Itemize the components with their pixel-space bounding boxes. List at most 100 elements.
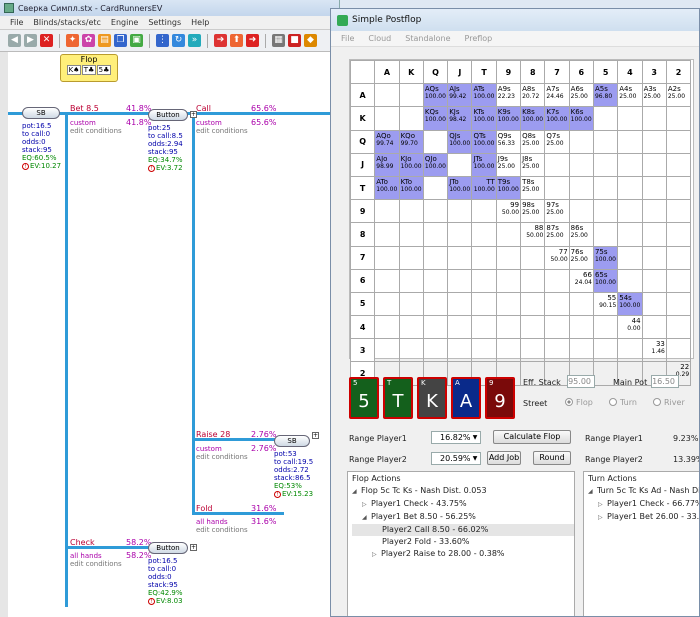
hand-cell[interactable] <box>471 222 497 247</box>
hand-cell[interactable] <box>398 268 424 293</box>
hand-cell[interactable] <box>471 245 497 270</box>
hand-cell[interactable] <box>592 222 619 247</box>
range-p1-select[interactable]: 16.82% ▼ <box>431 431 481 444</box>
hand-cell[interactable] <box>641 222 667 247</box>
hand-cell[interactable]: J8s 25.00 <box>520 152 546 177</box>
hand-cell[interactable]: KTo 100.00 <box>398 175 424 201</box>
eff-stack-input[interactable]: 95.00 <box>567 375 595 388</box>
hand-cell[interactable]: A9s 22.23 <box>495 83 522 108</box>
paste-icon[interactable]: ▣ <box>130 34 143 47</box>
hand-cell[interactable] <box>568 129 594 154</box>
expand-icon[interactable]: + <box>312 432 319 439</box>
hand-cell[interactable] <box>447 338 473 363</box>
board-card[interactable]: 99 <box>485 377 515 419</box>
hand-cell[interactable]: 65s 100.00 <box>592 268 619 293</box>
flop-node[interactable]: Flop K♠ T♣ 5♣ <box>60 54 118 82</box>
tree-icon[interactable]: ✿ <box>82 34 95 47</box>
hand-cell[interactable] <box>447 245 473 270</box>
check-conditions[interactable]: all hands edit conditions <box>70 552 122 568</box>
hand-cell[interactable]: ATo 100.00 <box>374 175 400 201</box>
hand-cell[interactable]: 98s 25.00 <box>520 199 546 224</box>
hand-cell[interactable] <box>422 315 449 340</box>
hand-cell[interactable] <box>374 106 400 131</box>
hand-cell[interactable] <box>665 152 692 177</box>
node-icon[interactable]: ⋮ <box>156 34 169 47</box>
hand-cell[interactable] <box>617 106 643 131</box>
menu-blinds[interactable]: Blinds/stacks/etc <box>33 18 101 27</box>
hand-cell[interactable] <box>592 315 619 340</box>
hand-cell[interactable] <box>665 129 692 154</box>
hand-cell[interactable] <box>520 268 546 293</box>
hand-cell[interactable] <box>398 83 424 108</box>
raise-conditions[interactable]: custom edit conditions <box>196 445 248 461</box>
hand-cell[interactable] <box>544 338 570 363</box>
tree-item[interactable]: ▷ Player1 Check - 43.75% <box>352 498 574 511</box>
hand-cell[interactable] <box>471 291 497 317</box>
bet-conditions[interactable]: custom edit conditions <box>70 119 122 135</box>
copy-icon[interactable]: ❐ <box>114 34 127 47</box>
back-icon[interactable]: ◀ <box>8 34 21 47</box>
tree-item[interactable]: ▷ Player2 Raise to 28.00 - 0.38% <box>352 548 574 561</box>
hand-cell[interactable] <box>568 175 594 201</box>
delete-icon[interactable]: ✕ <box>40 34 53 47</box>
hand-cell[interactable] <box>520 315 546 340</box>
hand-cell[interactable]: 66 24.04 <box>568 268 594 293</box>
hand-cell[interactable] <box>471 315 497 340</box>
tree-item[interactable]: Player2 Fold - 33.60% <box>352 536 574 548</box>
hand-cell[interactable] <box>374 315 400 340</box>
hand-cell[interactable] <box>374 338 400 363</box>
fold-action-label[interactable]: Fold <box>196 504 213 513</box>
sb-node[interactable]: SB <box>274 435 310 447</box>
hand-cell[interactable] <box>544 268 570 293</box>
hand-cell[interactable]: K8s 100.00 <box>520 106 546 131</box>
hand-cell[interactable] <box>374 268 400 293</box>
call-action-label[interactable]: Call <box>196 104 211 113</box>
hand-cell[interactable]: 86s 25.00 <box>568 222 594 247</box>
hand-cell[interactable] <box>665 245 692 270</box>
menu-cloud[interactable]: Cloud <box>368 34 391 43</box>
hand-cell[interactable] <box>641 199 667 224</box>
hand-cell[interactable] <box>665 338 692 363</box>
hand-cell[interactable] <box>471 199 497 224</box>
expand-icon[interactable]: + <box>190 544 197 551</box>
hand-cell[interactable]: K7s 100.00 <box>544 106 570 131</box>
hand-cell[interactable]: JTo 100.00 <box>447 175 473 201</box>
hand-cell[interactable] <box>568 199 594 224</box>
hand-cell[interactable] <box>544 152 570 177</box>
hand-cell[interactable] <box>374 245 400 270</box>
hand-cell[interactable] <box>422 268 449 293</box>
hand-cell[interactable] <box>641 291 667 317</box>
hand-cell[interactable]: T9s 100.00 <box>495 175 522 201</box>
tree-item-selected[interactable]: Player2 Call 8.50 - 66.02% <box>352 524 574 536</box>
hand-cell[interactable]: 76s 25.00 <box>568 245 594 270</box>
hand-cell[interactable] <box>520 338 546 363</box>
hand-cell[interactable] <box>422 222 449 247</box>
hand-cell[interactable] <box>568 152 594 177</box>
sb-root-node[interactable]: SB <box>22 107 60 119</box>
hand-cell[interactable]: 88 50.00 <box>520 222 546 247</box>
hand-cell[interactable] <box>422 129 449 154</box>
hand-cell[interactable] <box>544 291 570 317</box>
board-card[interactable]: KK <box>417 377 447 419</box>
street-flop-radio[interactable]: Flop <box>565 398 593 407</box>
hand-cell[interactable] <box>422 338 449 363</box>
main-pot-input[interactable]: 16.50 <box>651 375 679 388</box>
menu-standalone[interactable]: Standalone <box>405 34 450 43</box>
hand-cell[interactable] <box>471 268 497 293</box>
settings-icon[interactable]: ◆ <box>304 34 317 47</box>
arrows-icon[interactable]: ✦ <box>66 34 79 47</box>
hand-cell[interactable]: AJs 99.42 <box>447 83 473 108</box>
hand-cell[interactable]: K6s 100.00 <box>568 106 594 131</box>
hand-cell[interactable]: A2s 25.00 <box>665 83 692 108</box>
hand-cell[interactable]: AQs 100.00 <box>422 83 449 108</box>
hand-cell[interactable] <box>495 291 522 317</box>
hand-cell[interactable] <box>447 291 473 317</box>
hand-cell[interactable]: KJs 98.42 <box>447 106 473 131</box>
hand-cell[interactable]: 54s 100.00 <box>617 291 643 317</box>
hand-cell[interactable] <box>641 175 667 201</box>
hand-cell[interactable] <box>495 245 522 270</box>
tree-item[interactable]: ◢ Turn 5c Tc Ks Ad - Nash Dist. <box>588 485 699 498</box>
run-icon[interactable]: » <box>188 34 201 47</box>
hand-cell[interactable]: Q7s 25.00 <box>544 129 570 154</box>
hand-cell[interactable]: TT 100.00 <box>471 175 497 201</box>
